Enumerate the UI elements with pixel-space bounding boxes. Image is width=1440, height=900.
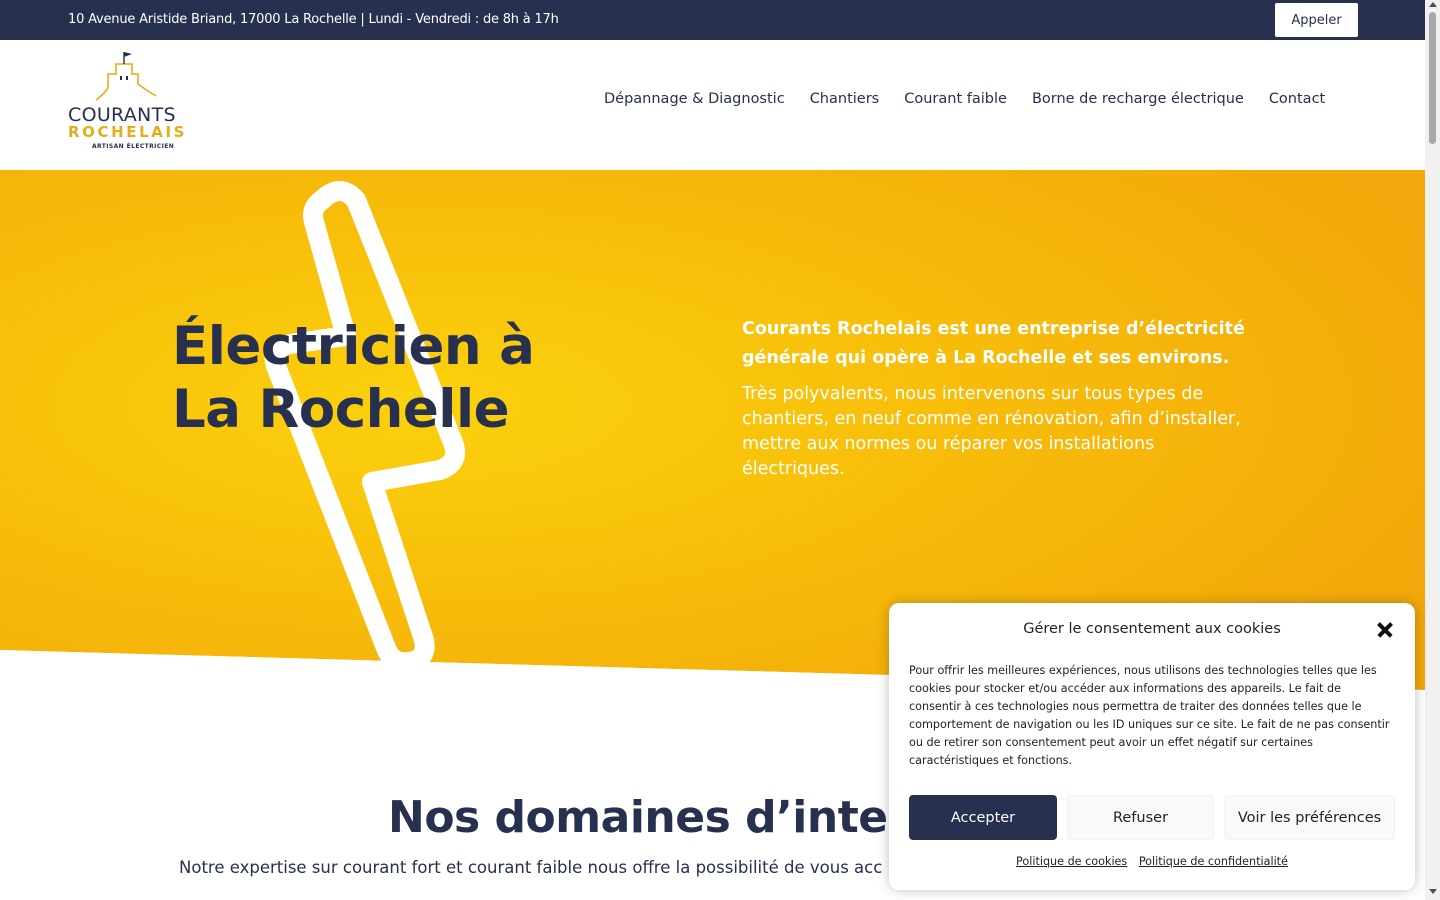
hero-title: Électricien à La Rochelle: [172, 316, 535, 440]
cookie-policy-link[interactable]: Politique de cookies: [1016, 855, 1127, 868]
nav-item-courant-faible[interactable]: Courant faible: [904, 91, 1007, 107]
section-subtitle: Notre expertise sur courant fort et cour…: [179, 858, 883, 877]
cookie-text: Pour offrir les meilleures expériences, …: [909, 664, 1390, 767]
accept-button[interactable]: Accepter: [909, 795, 1057, 840]
cookie-policy-links: Politique de cookies Politique de confid…: [889, 855, 1415, 868]
castle-logo-icon: [95, 52, 157, 101]
main-nav: Dépannage & Diagnostic Chantiers Courant…: [604, 91, 1325, 107]
privacy-policy-link[interactable]: Politique de confidentialité: [1139, 855, 1288, 868]
refuse-button[interactable]: Refuser: [1067, 795, 1214, 840]
logo[interactable]: COURANTS ROCHELAIS ARTISAN ÉLECTRICIEN: [66, 48, 196, 158]
section-title: Nos domaines d’interve: [388, 792, 967, 843]
top-bar: 10 Avenue Aristide Briand, 17000 La Roch…: [0, 0, 1425, 40]
nav-item-borne-recharge[interactable]: Borne de recharge électrique: [1032, 91, 1244, 107]
logo-tagline: ARTISAN ÉLECTRICIEN: [92, 143, 175, 150]
address-hours: 10 Avenue Aristide Briand, 17000 La Roch…: [68, 12, 559, 27]
cookie-title: Gérer le consentement aux cookies: [1023, 621, 1281, 637]
scrollbar-thumb[interactable]: [1429, 12, 1436, 144]
scroll-up-icon[interactable]: [1429, 2, 1437, 7]
preferences-button[interactable]: Voir les préférences: [1224, 795, 1395, 840]
hero-lead: Courants Rochelais est une entreprise d’…: [742, 319, 1245, 368]
site-header: COURANTS ROCHELAIS ARTISAN ÉLECTRICIEN D…: [0, 40, 1425, 170]
logo-text-rochelais: ROCHELAIS: [68, 123, 188, 141]
scroll-down-icon[interactable]: [1429, 889, 1437, 894]
nav-item-chantiers[interactable]: Chantiers: [810, 91, 880, 107]
cookie-consent-dialog: Gérer le consentement aux cookies Pour o…: [889, 603, 1415, 890]
close-icon[interactable]: [1375, 620, 1395, 640]
hero-description: Très polyvalents, nous intervenons sur t…: [742, 384, 1241, 479]
page-scrollbar[interactable]: [1425, 0, 1440, 900]
call-button[interactable]: Appeler: [1275, 3, 1358, 37]
nav-item-depannage[interactable]: Dépannage & Diagnostic: [604, 91, 785, 107]
nav-item-contact[interactable]: Contact: [1269, 91, 1325, 107]
